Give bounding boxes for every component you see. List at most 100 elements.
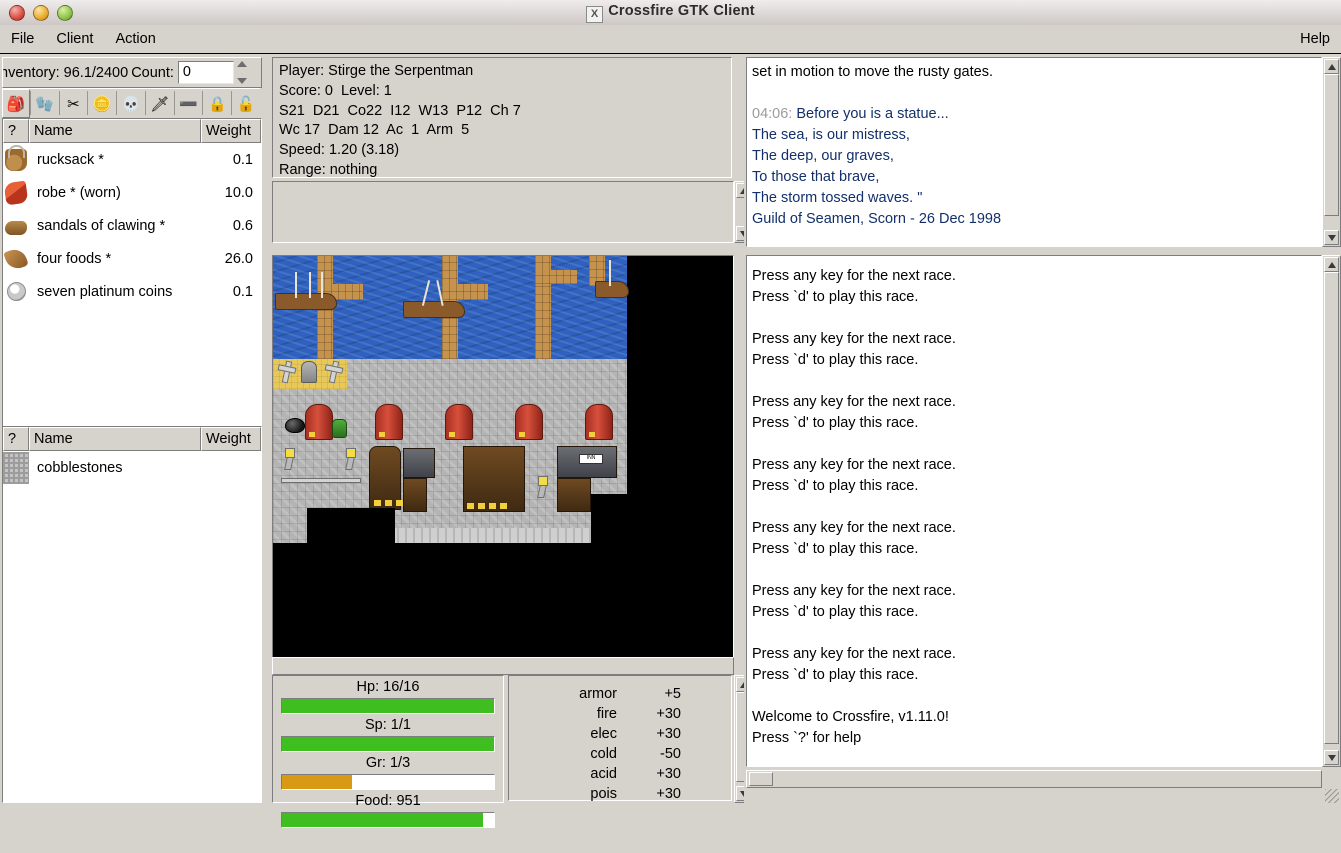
item-weight: 0.6 <box>193 218 261 234</box>
stepper-down-icon[interactable] <box>237 78 247 84</box>
vital-label: Gr: 1/3 <box>273 752 503 774</box>
item-weight: 26.0 <box>193 251 261 267</box>
map-door <box>515 404 543 440</box>
list-item[interactable]: robe * (worn)10.0 <box>3 176 261 209</box>
list-item[interactable]: seven platinum coins0.1 <box>3 275 261 308</box>
info-line: Guild of Seamen, Scorn - 26 Dec 1998 <box>752 209 1321 230</box>
stepper-up-icon[interactable] <box>237 61 247 67</box>
stat-line-speed: Speed: 1.20 (3.18) <box>279 141 731 161</box>
ground-col-name-header[interactable]: Name <box>29 427 201 451</box>
resistance-name: cold <box>509 744 617 764</box>
vital-bar: Hp: 16/16 <box>273 676 503 714</box>
message-log-pane[interactable]: Press any key for the next race. Press `… <box>746 255 1322 767</box>
message-log-scrollbar[interactable] <box>1322 255 1341 767</box>
map-ship <box>403 274 467 318</box>
inventory-list[interactable]: ? Name Weight rucksack *0.1robe * (worn)… <box>2 118 262 437</box>
col-name-header[interactable]: Name <box>29 119 201 143</box>
resistance-value: +30 <box>617 784 681 804</box>
stat-line-player: Player: Stirge the Serpentman <box>279 62 731 82</box>
ground-col-weight-header[interactable]: Weight <box>201 427 261 451</box>
list-item[interactable]: cobblestones <box>3 451 261 484</box>
scroll-up-icon[interactable] <box>1324 59 1339 74</box>
vital-bar: Gr: 1/3 <box>273 752 503 790</box>
col-weight-header[interactable]: Weight <box>201 119 261 143</box>
resistance-row: pois+30 <box>509 784 731 804</box>
menu-help[interactable]: Help <box>1289 29 1341 49</box>
vital-bar: Food: 951 <box>273 790 503 828</box>
robe-icon <box>4 180 29 205</box>
stat-line-range: Range: nothing <box>279 161 731 181</box>
info-pane[interactable]: set in motion to move the rusty gates.04… <box>746 57 1322 247</box>
map-grave-cross <box>325 361 341 381</box>
scroll-thumb[interactable] <box>1324 74 1339 216</box>
info-pane-scrollbar[interactable] <box>1322 57 1341 247</box>
vital-bar-fill <box>282 813 483 827</box>
window-resize-grip[interactable] <box>1325 789 1339 803</box>
food-icon <box>3 246 29 272</box>
window-title-label: Crossfire GTK Client <box>608 3 755 19</box>
map-dock <box>535 270 577 284</box>
scroll-thumb[interactable] <box>1324 272 1339 744</box>
magic-icon[interactable]: 🗡 <box>146 89 174 118</box>
log-h-scrollbar[interactable] <box>746 770 1322 788</box>
skull-icon[interactable]: 💀 <box>117 89 145 118</box>
map-unexplored <box>307 508 395 544</box>
apply-icon[interactable]: 🧤 <box>31 89 59 118</box>
list-item[interactable]: rucksack *0.1 <box>3 143 261 176</box>
lock-icon[interactable]: 🔒 <box>203 89 231 118</box>
item-icon <box>3 216 29 235</box>
resistance-name: fire <box>509 704 617 724</box>
count-stepper[interactable] <box>235 61 249 84</box>
player-column: Player: Stirge the Serpentman Score: 0 L… <box>270 55 740 803</box>
vital-bar: Sp: 1/1 <box>273 714 503 752</box>
menubar: File Client Action Help <box>0 25 1341 54</box>
inventory-column: nventory: 96.1/2400 Count: 0 🎒 🧤 ✂ 🪙 💀 🗡… <box>0 55 268 803</box>
unapply-icon[interactable]: ✂ <box>60 89 88 118</box>
count-label: Count: <box>131 65 174 81</box>
scroll-down-icon[interactable] <box>1324 230 1339 245</box>
map-fence <box>281 478 361 483</box>
menu-action[interactable]: Action <box>104 29 166 49</box>
crossfire-client-window: XCrossfire GTK Client File Client Action… <box>0 0 1341 805</box>
skill-panel <box>272 181 734 243</box>
inventory-weight-label: nventory: 96.1/2400 <box>2 65 128 81</box>
info-line: The storm tossed waves. " <box>752 188 1321 209</box>
item-weight: 0.1 <box>193 152 261 168</box>
menu-file[interactable]: File <box>0 29 45 49</box>
map-canvas[interactable]: INN <box>273 256 627 604</box>
vital-label: Sp: 1/1 <box>273 714 503 736</box>
map-building <box>463 446 525 512</box>
resistance-row: cold-50 <box>509 744 731 764</box>
list-item[interactable]: four foods *26.0 <box>3 242 261 275</box>
col-flag-header[interactable]: ? <box>3 119 29 143</box>
vital-bar-track <box>281 812 495 828</box>
messages-column: set in motion to move the rusty gates.04… <box>744 55 1341 803</box>
map-door <box>445 404 473 440</box>
item-name: robe * (worn) <box>29 185 193 201</box>
count-input[interactable]: 0 <box>178 61 234 84</box>
info-line: The deep, our graves, <box>752 146 1321 167</box>
item-icon <box>3 249 29 269</box>
sack-icon[interactable]: 🎒 <box>2 89 30 118</box>
menu-client[interactable]: Client <box>45 29 104 49</box>
item-name: seven platinum coins <box>29 284 193 300</box>
game-map[interactable]: INN <box>272 255 734 675</box>
wand-icon[interactable]: ➖ <box>175 89 203 118</box>
item-name: cobblestones <box>29 460 193 476</box>
ground-list[interactable]: ? Name Weight cobblestones <box>2 426 262 803</box>
vital-bar-track <box>281 774 495 790</box>
map-inn-sign: INN <box>579 454 603 464</box>
scroll-thumb[interactable] <box>749 772 773 786</box>
map-grave-cross <box>278 361 294 381</box>
map-h-scrollbar[interactable] <box>272 657 734 675</box>
info-line: The sea, is our mistress, <box>752 125 1321 146</box>
resistance-value: +5 <box>617 684 681 704</box>
list-item[interactable]: sandals of clawing *0.6 <box>3 209 261 242</box>
coins-icon[interactable]: 🪙 <box>88 89 116 118</box>
ground-col-flag-header[interactable]: ? <box>3 427 29 451</box>
map-lamp <box>284 448 293 470</box>
unlock-icon[interactable]: 🔓 <box>232 89 260 118</box>
vital-bar-fill <box>282 699 494 713</box>
scroll-down-icon[interactable] <box>1324 750 1339 765</box>
scroll-up-icon[interactable] <box>1324 257 1339 272</box>
